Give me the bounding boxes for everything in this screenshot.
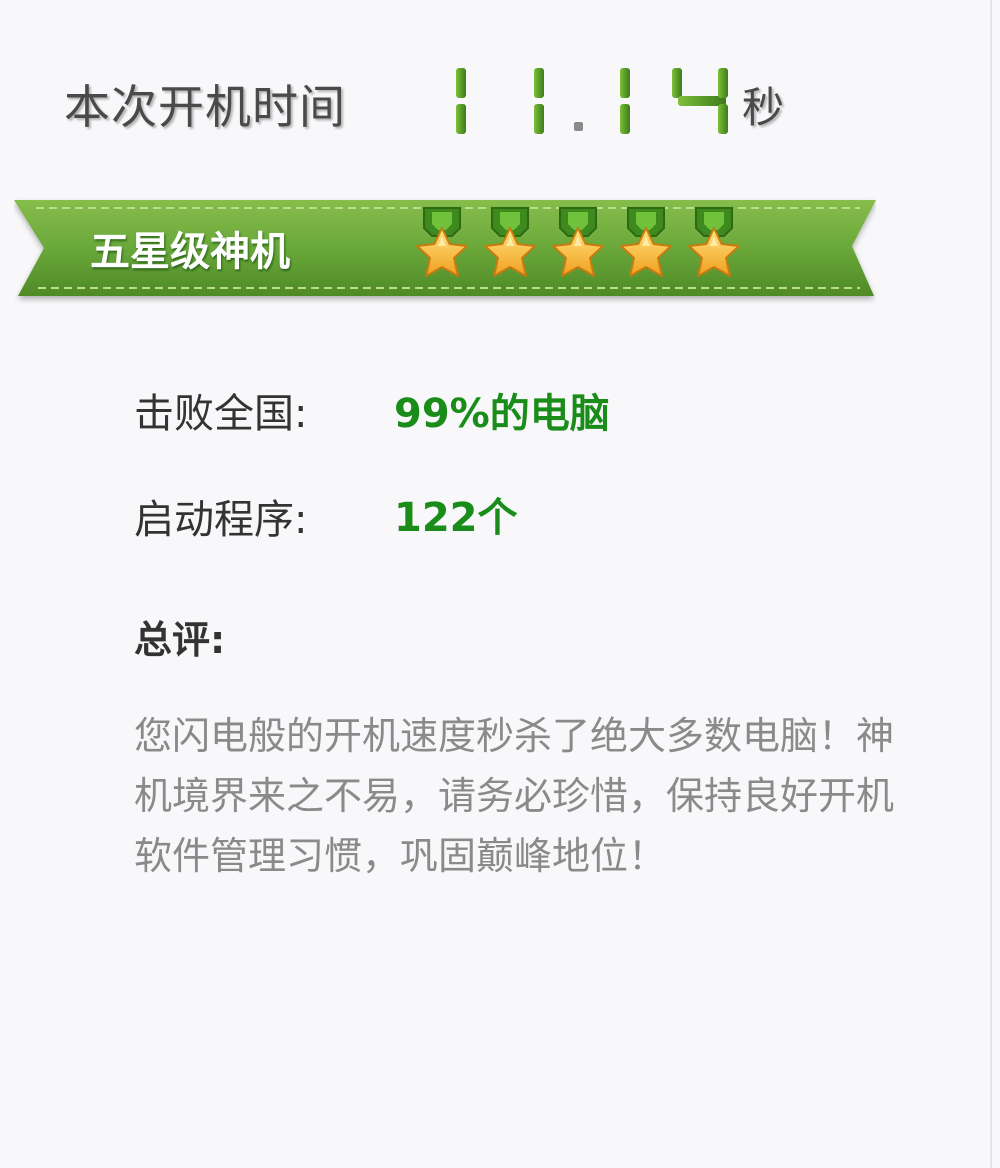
right-divider — [990, 0, 992, 1168]
star-icon — [684, 206, 744, 286]
startup-programs-value: 122个 — [394, 495, 518, 541]
summary-text: 您闪电般的开机速度秒杀了绝大多数电脑！神机境界来之不易，请务必珍惜，保持良好开机… — [134, 714, 895, 878]
boot-time-display — [446, 66, 746, 138]
star-icon — [412, 206, 472, 286]
digit-4 — [672, 68, 728, 134]
beat-label: 击败全国: — [134, 391, 308, 437]
star-icon — [548, 206, 608, 286]
digit-1c — [620, 68, 630, 134]
rating-ribbon: 五星级神机 — [14, 196, 876, 304]
boot-time-label: 本次开机时间 — [64, 80, 346, 134]
star-icon — [480, 206, 540, 286]
star-rating — [412, 206, 744, 286]
seconds-unit: 秒 — [742, 83, 785, 132]
segment-digits — [456, 68, 728, 134]
digit-1b — [534, 68, 544, 134]
summary-title: 总评: — [134, 618, 226, 662]
star-icon — [616, 206, 676, 286]
rank-title: 五星级神机 — [90, 229, 290, 275]
beat-value: 99%的电脑 — [394, 391, 610, 437]
digit-1a — [456, 68, 466, 134]
startup-programs-label: 启动程序: — [134, 497, 308, 543]
decimal-point — [574, 122, 583, 131]
